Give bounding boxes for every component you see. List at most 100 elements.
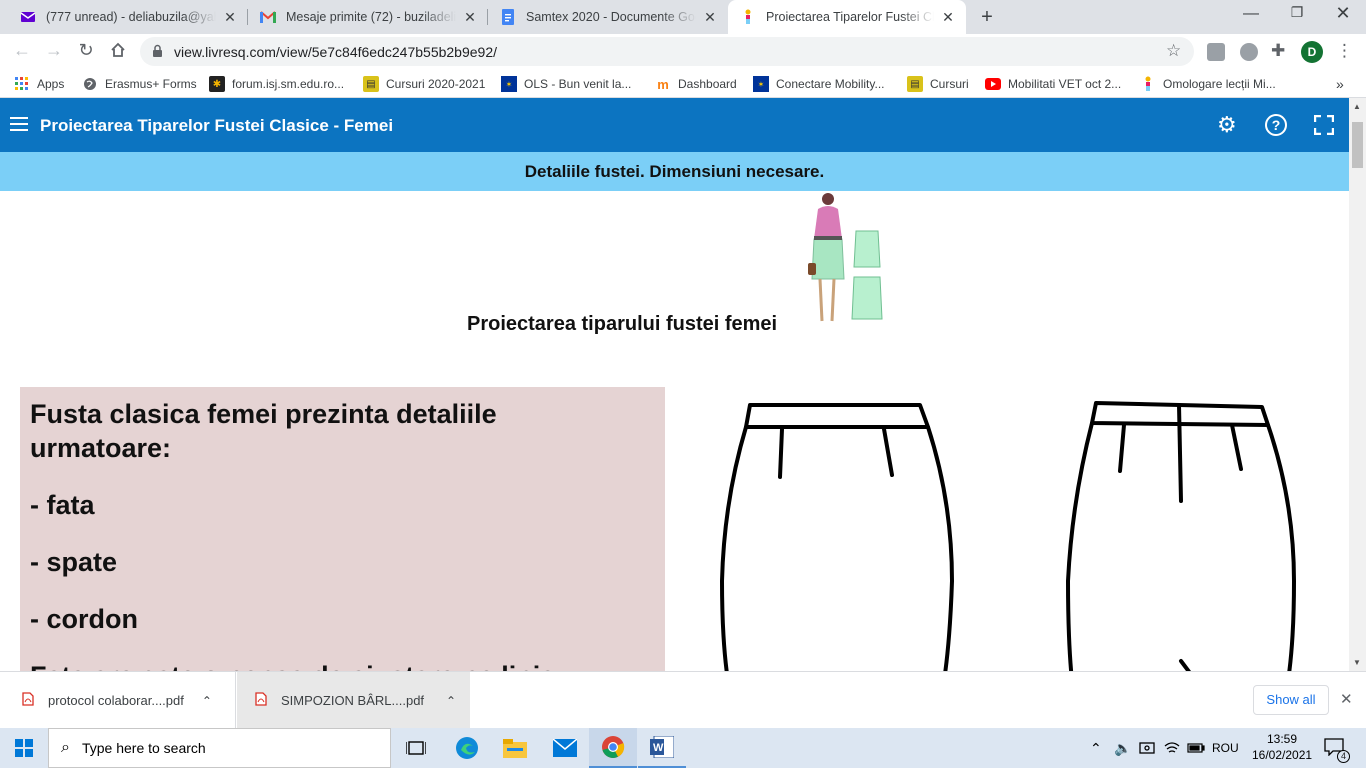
clock-date: 16/02/2021 bbox=[1252, 748, 1313, 762]
reload-icon[interactable]: ↻ bbox=[72, 36, 100, 64]
scrollbar-thumb[interactable] bbox=[1352, 122, 1363, 168]
download-filename: SIMPOZION BÂRL....pdf bbox=[281, 693, 425, 708]
tab-livresq[interactable]: Proiectarea Tiparelor Fustei Clasice ✕ bbox=[728, 0, 966, 34]
bookmark-label: Dashboard bbox=[678, 77, 737, 91]
forward-icon[interactable]: → bbox=[40, 36, 68, 64]
bookmark-ols[interactable]: ✶ OLS - Bun venit la... bbox=[501, 74, 631, 94]
detail-item-waistband: - cordon bbox=[30, 604, 138, 634]
tab-title: (777 unread) - deliabuzila@yahoo.com bbox=[46, 10, 216, 24]
scroll-up-icon[interactable]: ▲ bbox=[1353, 102, 1361, 111]
chevron-up-icon[interactable]: ⌃ bbox=[446, 694, 456, 708]
close-tab-icon[interactable]: ✕ bbox=[702, 9, 718, 25]
bookmark-omologare[interactable]: Omologare lecții Mi... bbox=[1140, 74, 1276, 94]
clock-time: 13:59 bbox=[1266, 732, 1298, 746]
moodle-icon: ▤ bbox=[907, 76, 923, 92]
tab-title: Mesaje primite (72) - buziladelia@gmail.… bbox=[286, 10, 456, 24]
download-filename: protocol colaborar....pdf bbox=[48, 693, 184, 708]
bookmark-mobilitati[interactable]: Mobilitati VET oct 2... bbox=[985, 74, 1121, 94]
bookmark-cursuri[interactable]: ▤ Cursuri bbox=[907, 74, 969, 94]
close-downloads-icon[interactable]: ✕ bbox=[1340, 690, 1353, 708]
bookmark-label: Erasmus+ Forms bbox=[105, 77, 197, 91]
bookmark-cursuri-2020[interactable]: ▤ Cursuri 2020-2021 bbox=[363, 74, 485, 94]
moodle-icon: ▤ bbox=[363, 76, 379, 92]
chrome-taskbar-icon[interactable] bbox=[589, 728, 637, 768]
tab-gmail[interactable]: Mesaje primite (72) - buziladelia@gmail.… bbox=[248, 0, 488, 34]
page-title: Proiectarea Tiparelor Fustei Clasice - F… bbox=[40, 116, 394, 135]
tab-yahoo-mail[interactable]: (777 unread) - deliabuzila@yahoo.com ✕ bbox=[8, 0, 248, 34]
file-explorer-icon[interactable] bbox=[491, 728, 539, 768]
tab-title: Proiectarea Tiparelor Fustei Clasice bbox=[766, 10, 934, 24]
extension-icon[interactable] bbox=[1240, 43, 1258, 61]
scroll-down-icon[interactable]: ▼ bbox=[1353, 658, 1361, 667]
page-scrollbar[interactable]: ▲ ▼ bbox=[1349, 98, 1366, 671]
bookmark-forum[interactable]: ✱ forum.isj.sm.edu.ro... bbox=[209, 74, 344, 94]
chevron-up-icon[interactable]: ⌃ bbox=[202, 694, 212, 708]
close-tab-icon[interactable]: ✕ bbox=[222, 9, 238, 25]
profile-avatar[interactable]: D bbox=[1301, 41, 1323, 63]
bookmark-erasmus[interactable]: Erasmus+ Forms bbox=[82, 74, 197, 94]
url-text: view.livresq.com/view/5e7c84f6edc247b55b… bbox=[174, 44, 497, 60]
bookmark-label: OLS - Bun venit la... bbox=[524, 77, 632, 91]
google-docs-icon bbox=[500, 9, 516, 25]
restore-icon[interactable]: ❐ bbox=[1282, 4, 1312, 24]
tab-google-docs[interactable]: Samtex 2020 - Documente Google ✕ bbox=[488, 0, 728, 34]
downloads-bar: protocol colaborar....pdf ⌃ SIMPOZION BÂ… bbox=[0, 671, 1366, 729]
bookmark-star-icon[interactable]: ☆ bbox=[1166, 41, 1181, 61]
menu-dots-icon[interactable]: ⋮ bbox=[1336, 41, 1353, 61]
windows-taskbar: ⌕ Type here to search W ⌃ 🔈 ROU 13:59 16… bbox=[0, 728, 1366, 768]
youtube-icon bbox=[985, 76, 1001, 92]
joomla-icon: ✱ bbox=[209, 76, 225, 92]
help-icon[interactable]: ? bbox=[1265, 114, 1287, 136]
task-view-icon[interactable] bbox=[392, 728, 440, 768]
bookmark-dashboard[interactable]: m Dashboard bbox=[655, 74, 737, 94]
livresq-icon bbox=[1140, 76, 1156, 92]
bookmark-label: Mobilitati VET oct 2... bbox=[1008, 77, 1122, 91]
system-clock[interactable]: 13:59 16/02/2021 bbox=[1252, 731, 1312, 763]
browser-toolbar: ← → ↻ view.livresq.com/view/5e7c84f6edc2… bbox=[0, 34, 1366, 70]
skirt-details-box: Fusta clasica femei prezinta detaliile u… bbox=[20, 387, 665, 671]
globe-icon bbox=[82, 76, 98, 92]
moodle-m-icon: m bbox=[657, 76, 669, 92]
close-tab-icon[interactable]: ✕ bbox=[462, 9, 478, 25]
pdf-file-icon bbox=[255, 692, 267, 709]
download-item[interactable]: SIMPOZION BÂRL....pdf ⌃ bbox=[237, 672, 470, 729]
detail-item-front: - fata bbox=[30, 490, 95, 520]
network-icon[interactable] bbox=[1164, 728, 1180, 768]
word-app-icon[interactable]: W bbox=[638, 728, 686, 768]
front-skirt-outline bbox=[744, 403, 930, 429]
app-header: Proiectarea Tiparelor Fustei Clasice - F… bbox=[0, 98, 1349, 152]
taskbar-search-box[interactable]: ⌕ Type here to search bbox=[48, 728, 391, 768]
address-bar[interactable]: view.livresq.com/view/5e7c84f6edc247b55b… bbox=[140, 37, 1194, 66]
extension-icon[interactable] bbox=[1207, 43, 1225, 61]
eu-flag-icon: ✶ bbox=[753, 76, 769, 92]
detail-front-description: Fata are cate o pensa de ajustare pe lin… bbox=[30, 659, 655, 671]
edge-browser-icon[interactable] bbox=[443, 728, 491, 768]
download-item[interactable]: protocol colaborar....pdf ⌃ bbox=[0, 672, 236, 729]
fullscreen-icon[interactable] bbox=[1313, 114, 1335, 138]
windows-start-icon[interactable] bbox=[0, 728, 48, 768]
volume-icon[interactable]: 🔈 bbox=[1114, 728, 1131, 768]
close-window-icon[interactable]: ✕ bbox=[1328, 3, 1358, 23]
show-all-downloads-button[interactable]: Show all bbox=[1253, 685, 1329, 715]
puzzle-extensions-icon[interactable]: ✚ bbox=[1271, 41, 1285, 61]
minimize-icon[interactable]: — bbox=[1236, 5, 1266, 25]
bookmark-mobility[interactable]: ✶ Conectare Mobility... bbox=[753, 74, 885, 94]
hamburger-menu-icon[interactable] bbox=[10, 116, 28, 135]
bookmark-apps[interactable]: Apps bbox=[14, 74, 64, 94]
detail-item-back: - spate bbox=[30, 547, 118, 577]
back-icon[interactable]: ← bbox=[8, 36, 36, 64]
input-language-indicator[interactable]: ROU bbox=[1212, 728, 1239, 768]
mail-app-icon[interactable] bbox=[541, 728, 589, 768]
meet-now-icon[interactable] bbox=[1139, 728, 1155, 768]
more-bookmarks-button[interactable]: » bbox=[1336, 74, 1344, 94]
detail-intro: Fusta clasica femei prezinta detaliile u… bbox=[30, 399, 497, 463]
close-tab-icon[interactable]: ✕ bbox=[940, 9, 956, 25]
settings-gear-icon[interactable]: ⚙ bbox=[1217, 114, 1237, 136]
home-icon[interactable] bbox=[104, 36, 132, 64]
lesson-content: Proiectarea tiparului fustei femei Fusta… bbox=[0, 191, 1349, 671]
bookmarks-bar: Apps Erasmus+ Forms ✱ forum.isj.sm.edu.ro… bbox=[0, 70, 1366, 98]
show-hidden-icons[interactable]: ⌃ bbox=[1090, 728, 1102, 768]
battery-icon[interactable] bbox=[1187, 728, 1205, 768]
lock-icon bbox=[152, 44, 163, 61]
new-tab-button[interactable]: + bbox=[975, 6, 999, 28]
